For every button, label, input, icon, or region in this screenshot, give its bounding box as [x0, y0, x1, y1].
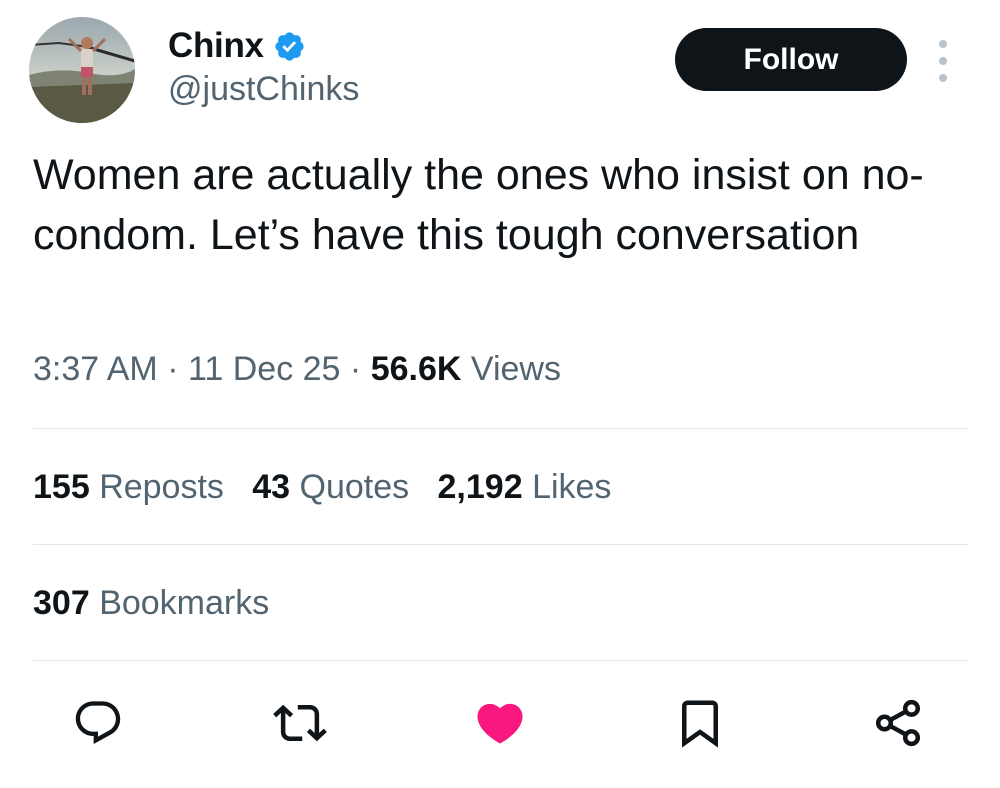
- reposts-stat[interactable]: 155 Reposts: [33, 468, 224, 506]
- bookmark-button[interactable]: [670, 693, 730, 753]
- user-handle[interactable]: @justChinks: [168, 70, 359, 109]
- likes-stat[interactable]: 2,192 Likes: [438, 468, 612, 506]
- meta-separator: ·: [167, 350, 179, 388]
- divider: [33, 660, 968, 661]
- action-bar: [0, 693, 1000, 753]
- tweet-text: Women are actually the ones who insist o…: [33, 151, 924, 259]
- tweet-meta: 3:37 AM · 11 Dec 25 · 56.6K Views: [33, 350, 561, 389]
- share-icon: [875, 699, 921, 747]
- meta-separator: ·: [349, 350, 362, 388]
- follow-button[interactable]: Follow: [675, 28, 907, 91]
- likes-count: 2,192: [437, 468, 523, 506]
- engagement-stats: 155 Reposts 43 Quotes 2,192 Likes: [33, 468, 611, 507]
- repost-button[interactable]: [270, 693, 330, 753]
- reply-icon: [75, 701, 121, 745]
- tweet-time[interactable]: 3:37 AM: [33, 350, 158, 388]
- share-button[interactable]: [868, 693, 928, 753]
- avatar[interactable]: [29, 17, 135, 123]
- bookmarks-count: 307: [33, 584, 90, 622]
- bookmarks-row: 307 Bookmarks: [33, 584, 269, 623]
- quotes-count: 43: [252, 468, 291, 506]
- like-button[interactable]: [470, 693, 530, 753]
- bookmark-icon: [682, 700, 718, 748]
- bookmarks-stat[interactable]: 307 Bookmarks: [33, 584, 269, 622]
- reply-button[interactable]: [68, 693, 128, 753]
- repost-icon: [273, 704, 327, 742]
- tweet-date[interactable]: 11 Dec 25: [188, 350, 340, 388]
- verified-badge-icon: [273, 30, 306, 63]
- reposts-count: 155: [33, 468, 90, 506]
- like-icon: [477, 703, 523, 744]
- divider: [33, 428, 968, 429]
- reposts-label: Reposts: [99, 468, 224, 506]
- bookmarks-label: Bookmarks: [99, 584, 270, 622]
- views-label: Views: [470, 350, 561, 388]
- more-vertical-icon[interactable]: [930, 40, 956, 82]
- display-name[interactable]: Chinx: [168, 26, 264, 66]
- divider: [33, 544, 968, 545]
- quotes-label: Quotes: [299, 468, 410, 506]
- quotes-stat[interactable]: 43 Quotes: [252, 468, 409, 506]
- profile-photo: [29, 17, 135, 123]
- likes-label: Likes: [532, 468, 612, 506]
- views-count: 56.6K: [370, 350, 462, 388]
